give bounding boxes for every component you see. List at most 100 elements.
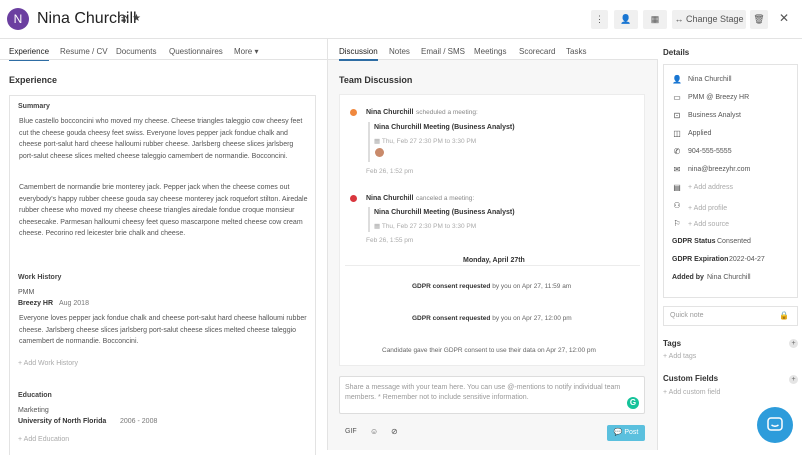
detail-name[interactable]: Nina Churchill xyxy=(688,76,732,83)
work-history-label: Work History xyxy=(18,274,62,281)
calendar-icon: ▦ xyxy=(650,14,660,24)
add-source-link[interactable]: + Add source xyxy=(688,221,729,228)
more-actions-button[interactable]: ⋮ xyxy=(591,10,608,29)
gdpr-event: GDPR consent requested by you on Apr 27,… xyxy=(412,315,572,322)
add-tag-plus-icon[interactable]: + xyxy=(789,339,798,348)
tab-more[interactable]: More ▾ xyxy=(234,47,258,56)
details-title: Details xyxy=(663,48,690,57)
meeting-title: Nina Churchill Meeting (Business Analyst… xyxy=(374,124,515,131)
lock-icon: 🔒 xyxy=(779,311,789,320)
rss-icon[interactable] xyxy=(121,14,129,24)
tab-email-sms[interactable]: Email / SMS xyxy=(421,47,465,56)
id-card-icon: ▭ xyxy=(673,93,681,102)
message-composer[interactable]: Share a message with your team here. You… xyxy=(339,376,645,414)
work-company: Breezy HR xyxy=(18,300,54,307)
detail-department[interactable]: Business Analyst xyxy=(688,112,741,119)
change-stage-label: Change Stage xyxy=(685,14,744,24)
briefcase-icon: ⊡ xyxy=(673,111,681,120)
status-dot xyxy=(350,109,357,116)
added-by-value: Nina Churchill xyxy=(707,274,751,281)
education-school: University of North Florida xyxy=(18,418,107,425)
meeting-card[interactable]: Nina Churchill Meeting (Business Analyst… xyxy=(368,207,515,232)
summary-paragraph: Blue castello bocconcini who moved my ch… xyxy=(19,118,303,160)
tab-notes[interactable]: Notes xyxy=(389,47,410,56)
experience-card: Summary Blue castello bocconcini who mov… xyxy=(9,95,316,455)
education-label: Education xyxy=(18,392,52,399)
work-title: PMM xyxy=(18,289,35,296)
add-custom-field-plus-icon[interactable]: + xyxy=(789,375,798,384)
detail-position[interactable]: PMM @ Breezy HR xyxy=(688,94,749,101)
delete-button[interactable]: 🗑 xyxy=(750,10,768,29)
emoji-icon[interactable]: ☺ xyxy=(370,427,378,436)
add-work-history-link[interactable]: + Add Work History xyxy=(18,360,78,367)
message-timestamp: Feb 26, 1:55 pm xyxy=(366,237,414,244)
stage-icon: ◫ xyxy=(673,129,681,138)
add-profile-link[interactable]: + Add profile xyxy=(688,205,727,212)
tab-resume[interactable]: Resume / CV xyxy=(60,47,108,56)
education-years: 2006 - 2008 xyxy=(120,418,158,425)
date-divider: Monday, April 27th xyxy=(459,257,529,264)
gdpr-event: Candidate gave their GDPR consent to use… xyxy=(382,347,596,354)
add-custom-field-link[interactable]: + Add custom field xyxy=(663,389,720,396)
meeting-time: ▦ Thu, Feb 27 2:30 PM to 3:30 PM xyxy=(374,138,477,145)
tags-label: Tags xyxy=(663,339,682,348)
detail-phone[interactable]: 904-555-5555 xyxy=(688,148,732,155)
gdpr-event: GDPR consent requested by you on Apr 27,… xyxy=(412,283,572,290)
message-author: Nina Churchill xyxy=(366,109,414,116)
message-author: Nina Churchill xyxy=(366,195,414,202)
add-education-link[interactable]: + Add Education xyxy=(18,436,69,443)
tab-questionnaires[interactable]: Questionnaires xyxy=(169,47,223,56)
composer-placeholder: Share a message with your team here. You… xyxy=(345,384,621,401)
chat-widget-button[interactable] xyxy=(757,407,793,443)
post-button[interactable]: 💬 Post xyxy=(607,425,645,441)
grammarly-icon[interactable]: G xyxy=(627,397,639,409)
gdpr-status-label: GDPR Status xyxy=(672,238,716,245)
tab-discussion[interactable]: Discussion xyxy=(339,47,378,61)
custom-fields-label: Custom Fields xyxy=(663,374,719,383)
work-date: Aug 2018 xyxy=(59,300,89,307)
schedule-button[interactable]: ▦ xyxy=(643,10,667,29)
add-address-link[interactable]: + Add address xyxy=(688,184,733,191)
date-divider-line xyxy=(345,265,640,266)
add-tags-link[interactable]: + Add tags xyxy=(663,353,696,360)
detail-stage[interactable]: Applied xyxy=(688,130,711,137)
message-action: canceled a meeting: xyxy=(416,195,475,202)
education-field: Marketing xyxy=(18,407,49,414)
phone-icon: ✆ xyxy=(673,147,681,156)
gdpr-status-value: Consented xyxy=(717,238,751,245)
meeting-title: Nina Churchill Meeting (Business Analyst… xyxy=(374,209,515,216)
trash-icon: 🗑 xyxy=(753,14,765,24)
kebab-icon: ⋮ xyxy=(595,14,604,24)
attachment-icon[interactable]: ⊘ xyxy=(391,427,398,436)
change-stage-button[interactable]: ↔ Change Stage xyxy=(672,10,746,29)
chat-bubble-icon: 💬 xyxy=(613,429,623,436)
tab-divider xyxy=(0,59,328,60)
discussion-title: Team Discussion xyxy=(339,75,413,85)
person-icon: 👤 xyxy=(672,75,682,84)
tab-meetings[interactable]: Meetings xyxy=(474,47,506,56)
star-icon[interactable]: ★ xyxy=(132,13,141,24)
add-user-button[interactable]: 👤 xyxy=(614,10,638,29)
people-icon: ⚇ xyxy=(673,201,681,210)
meeting-card[interactable]: Nina Churchill Meeting (Business Analyst… xyxy=(368,122,515,162)
quick-note-placeholder: Quick note xyxy=(670,312,704,319)
swap-arrows-icon: ↔ xyxy=(674,14,684,24)
gdpr-expiration-label: GDPR Expiration xyxy=(672,256,729,263)
tab-tasks[interactable]: Tasks xyxy=(566,47,586,56)
work-description: Everyone loves pepper jack fondue chalk … xyxy=(19,315,307,345)
meeting-time: ▦ Thu, Feb 27 2:30 PM to 3:30 PM xyxy=(374,223,477,230)
added-by-label: Added by xyxy=(672,274,704,281)
detail-email[interactable]: nina@breezyhr.com xyxy=(688,166,750,173)
gif-button[interactable]: GIF xyxy=(345,428,357,435)
message-action: scheduled a meeting: xyxy=(416,109,478,116)
discussion-feed xyxy=(339,94,645,366)
close-icon[interactable]: ✕ xyxy=(779,11,789,25)
post-label: Post xyxy=(624,429,639,436)
tab-scorecard[interactable]: Scorecard xyxy=(519,47,555,56)
candidate-header: N Nina Churchill ★ ⋮ 👤 ▦ ↔ Change Stage … xyxy=(0,0,802,39)
flag-icon: ⚐ xyxy=(673,219,681,228)
message-timestamp: Feb 26, 1:52 pm xyxy=(366,168,414,175)
quick-note-input[interactable]: Quick note 🔒 xyxy=(663,306,798,326)
avatar: N xyxy=(7,8,29,30)
tab-documents[interactable]: Documents xyxy=(116,47,156,56)
